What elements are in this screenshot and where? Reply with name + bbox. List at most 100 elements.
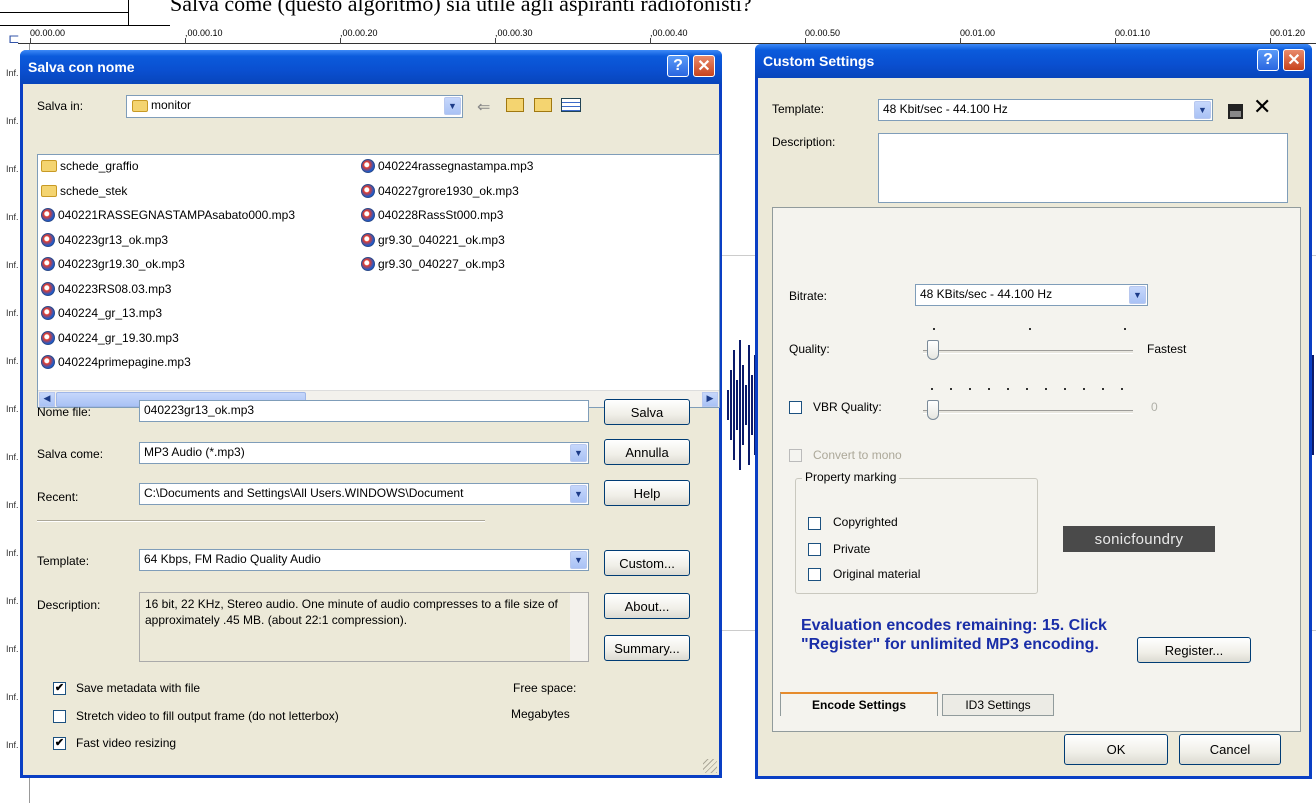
original-material-label: Original material xyxy=(833,567,921,581)
tab-id3-settings[interactable]: ID3 Settings xyxy=(942,694,1054,716)
register-button[interactable]: Register... xyxy=(1137,637,1251,663)
axis-label: Inf. xyxy=(6,548,28,558)
file-item[interactable]: 040221RASSEGNASTAMPAsabato000.mp3 xyxy=(41,208,295,222)
axis-label: Inf. xyxy=(6,692,28,702)
template-combo[interactable]: 64 Kbps, FM Radio Quality Audio ▼ xyxy=(139,549,589,571)
file-item[interactable]: 040223RS08.03.mp3 xyxy=(41,281,171,296)
megabytes-label: Megabytes xyxy=(511,707,570,721)
resize-grip-icon[interactable] xyxy=(703,759,717,773)
custom-settings-titlebar[interactable]: Custom Settings ? ✕ xyxy=(755,44,1312,78)
sonicfoundry-logo: sonicfoundry xyxy=(1063,526,1215,552)
description-box: 16 bit, 22 KHz, Stereo audio. One minute… xyxy=(139,592,589,662)
quality-max-label: Fastest xyxy=(1147,342,1187,356)
file-item[interactable]: gr9.30_040227_ok.mp3 xyxy=(361,257,505,271)
file-item[interactable]: 040224_gr_19.30.mp3 xyxy=(41,330,179,345)
close-title-button[interactable]: ✕ xyxy=(1283,49,1305,71)
copyrighted-checkbox[interactable] xyxy=(808,517,821,530)
back-arrow-icon[interactable]: ⇐ xyxy=(477,97,490,117)
help-title-button[interactable]: ? xyxy=(667,55,689,77)
vbr-value: 0 xyxy=(1151,400,1158,414)
description-text: 16 bit, 22 KHz, Stereo audio. One minute… xyxy=(145,597,558,627)
file-item[interactable]: 040224_gr_13.mp3 xyxy=(41,306,162,320)
description-scrollbar[interactable] xyxy=(570,593,588,661)
folder-icon xyxy=(41,184,57,197)
file-item[interactable]: 040224rassegnastampa.mp3 xyxy=(361,159,533,173)
folder-icon xyxy=(41,160,57,172)
timeline-ruler[interactable]: 00.00.00 ,00.00.10 ,00.00.20 ,00.00.30 ,00.0… xyxy=(18,26,1316,44)
tab-encode-settings[interactable]: Encode Settings xyxy=(780,692,938,716)
audio-file-icon xyxy=(361,208,375,222)
description-label: Description: xyxy=(37,598,101,612)
file-name: gr9.30_040227_ok.mp3 xyxy=(378,257,505,271)
file-name: schede_stek xyxy=(60,183,128,198)
custom-button[interactable]: Custom... xyxy=(604,550,690,576)
recent-label: Recent: xyxy=(37,490,79,504)
bitrate-combo[interactable]: 48 KBits/sec - 44.100 Hz ▼ xyxy=(915,284,1148,306)
axis-label: Inf. xyxy=(6,404,28,414)
ruler-tick: ,00.00.10 xyxy=(185,28,223,44)
save-as-titlebar[interactable]: Salva con nome ? ✕ xyxy=(20,50,722,84)
new-folder-icon[interactable] xyxy=(534,98,552,112)
help-button[interactable]: Help xyxy=(604,480,690,506)
recent-combo[interactable]: C:\Documents and Settings\All Users.WIND… xyxy=(139,483,589,505)
audio-file-icon xyxy=(41,355,55,369)
file-item[interactable]: 040227grore1930_ok.mp3 xyxy=(361,183,519,198)
file-item[interactable]: schede_stek xyxy=(41,184,127,198)
cancel-button[interactable]: Annulla xyxy=(604,439,690,465)
ok-button[interactable]: OK xyxy=(1064,734,1168,765)
original-material-checkbox[interactable] xyxy=(808,568,821,581)
vbr-slider[interactable] xyxy=(923,388,1133,420)
cs-description-input[interactable] xyxy=(878,133,1288,203)
quality-slider[interactable] xyxy=(923,328,1133,360)
chevron-down-icon[interactable]: ▼ xyxy=(444,97,461,115)
cs-cancel-button[interactable]: Cancel xyxy=(1179,734,1281,765)
private-checkbox[interactable] xyxy=(808,543,821,556)
separator xyxy=(37,520,485,522)
cs-template-value: 48 Kbit/sec - 44.100 Hz xyxy=(883,102,1008,116)
up-folder-icon[interactable] xyxy=(506,98,524,112)
quality-tick xyxy=(933,328,935,330)
filename-input[interactable]: 040223gr13_ok.mp3 xyxy=(139,400,589,422)
file-item[interactable]: 040223gr13_ok.mp3 xyxy=(41,232,168,247)
view-menu-icon[interactable] xyxy=(561,98,581,112)
encode-settings-panel: Bitrate: 48 KBits/sec - 44.100 Hz ▼ Qual… xyxy=(772,207,1301,732)
file-item[interactable]: 040224primepagine.mp3 xyxy=(41,355,191,369)
summary-button[interactable]: Summary... xyxy=(604,635,690,661)
save-disk-icon[interactable] xyxy=(1228,104,1243,119)
close-title-button[interactable]: ✕ xyxy=(693,55,715,77)
file-item[interactable]: 040223gr19.30_ok.mp3 xyxy=(41,257,185,271)
audio-file-icon xyxy=(41,257,55,271)
saveas-label: Salva come: xyxy=(37,447,104,461)
chevron-down-icon[interactable]: ▼ xyxy=(1129,286,1146,304)
file-name: 040224rassegnastampa.mp3 xyxy=(378,159,534,173)
stretch-checkbox[interactable] xyxy=(53,710,66,723)
chevron-down-icon[interactable]: ▼ xyxy=(570,444,587,462)
scroll-right-icon[interactable]: ▶ xyxy=(702,392,718,407)
file-item[interactable]: 040228RassSt000.mp3 xyxy=(361,208,503,222)
file-item[interactable]: gr9.30_040221_ok.mp3 xyxy=(361,232,505,247)
metadata-checkbox[interactable]: ✔ xyxy=(53,682,66,695)
save-button[interactable]: Salva xyxy=(604,399,690,425)
ruler-tick: ,00.00.30 xyxy=(495,28,533,44)
delete-x-icon[interactable]: ✕ xyxy=(1253,96,1271,118)
save-in-combo[interactable]: monitor ▼ xyxy=(126,95,463,118)
saveas-combo[interactable]: MP3 Audio (*.mp3) ▼ xyxy=(139,442,589,464)
file-list[interactable]: ◀ ▶ schede_graffio schede_stek 040221RASSE… xyxy=(37,154,720,408)
fast-resize-checkbox[interactable]: ✔ xyxy=(53,737,66,750)
custom-settings-dialog: Custom Settings ? ✕ Template: 48 Kbit/se… xyxy=(755,44,1312,779)
chevron-down-icon[interactable]: ▼ xyxy=(570,551,587,569)
cs-template-combo[interactable]: 48 Kbit/sec - 44.100 Hz ▼ xyxy=(878,99,1213,121)
convert-mono-checkbox[interactable] xyxy=(789,449,802,462)
help-title-button[interactable]: ? xyxy=(1257,49,1279,71)
about-button[interactable]: About... xyxy=(604,593,690,619)
file-item[interactable]: schede_graffio xyxy=(41,159,139,173)
vbr-checkbox[interactable] xyxy=(789,401,802,414)
save-in-label: Salva in: xyxy=(37,99,84,113)
chevron-down-icon[interactable]: ▼ xyxy=(570,485,587,503)
chevron-down-icon[interactable]: ▼ xyxy=(1194,101,1211,119)
metadata-label: Save metadata with file xyxy=(76,681,201,695)
custom-settings-title: Custom Settings xyxy=(763,53,875,69)
audio-file-icon xyxy=(361,159,375,173)
vbr-thumb[interactable] xyxy=(927,400,939,420)
quality-thumb[interactable] xyxy=(927,340,939,360)
